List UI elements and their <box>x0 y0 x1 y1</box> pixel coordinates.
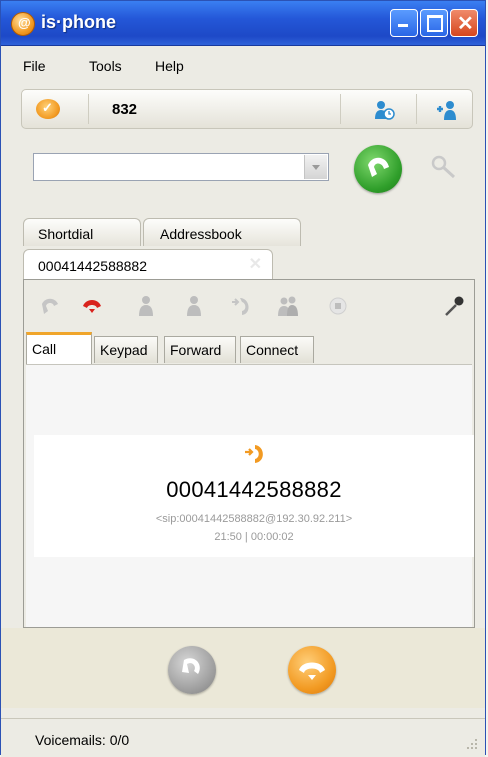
minimize-button[interactable] <box>390 9 418 37</box>
phone-call-icon <box>368 157 389 177</box>
call-button[interactable] <box>354 145 402 193</box>
call-number: 00041442588882 <box>166 477 342 502</box>
add-contact-icon[interactable] <box>436 99 458 121</box>
call-sip-address: <sip:00041442588882@192.30.92.211> <box>155 513 353 525</box>
app-logo-icon: @ <box>11 12 35 36</box>
subtab-call[interactable]: Call <box>26 332 92 364</box>
close-icon[interactable]: ✕ <box>249 254 262 274</box>
menu-help[interactable]: Help <box>155 58 184 74</box>
subtab-keypad[interactable]: Keypad <box>94 336 158 363</box>
menu-file[interactable]: File <box>23 58 46 74</box>
extension-number: 832 <box>112 101 138 118</box>
transfer-call-button[interactable] <box>168 646 216 694</box>
toolbar-separator <box>416 94 417 124</box>
microphone-icon[interactable] <box>442 294 466 318</box>
active-call-card: 00041442588882 <sip:00041442588882@192.3… <box>34 435 474 557</box>
outgoing-call-icon <box>245 445 263 463</box>
window-title: is·phone <box>41 12 116 32</box>
chevron-down-icon[interactable] <box>304 155 327 179</box>
call-panel: Call Keypad Forward Connect 000414425888… <box>23 279 475 628</box>
answer-icon[interactable] <box>38 294 62 318</box>
conference-icon[interactable] <box>276 294 300 318</box>
hold-icon[interactable] <box>134 294 158 318</box>
voicemail-count[interactable]: Voicemails: 0/0 <box>35 732 129 748</box>
dial-number-combobox[interactable] <box>33 153 329 181</box>
subtab-forward[interactable]: Forward <box>164 336 236 363</box>
status-bar: Voicemails: 0/0 <box>1 718 485 757</box>
transfer-call-icon <box>182 658 200 674</box>
hangup-icon[interactable] <box>80 294 104 318</box>
transfer-icon[interactable] <box>182 294 206 318</box>
main-window: @ is·phone ✕ File Tools Help 832 <box>0 0 486 757</box>
call-history-icon[interactable] <box>373 99 395 121</box>
toolbar-separator <box>88 94 89 124</box>
main-toolbar: 832 <box>21 89 473 129</box>
tab-call-session[interactable]: 00041442588882 ✕ <box>23 249 273 279</box>
call-time: 21:50 | 00:00:02 <box>214 531 294 543</box>
search-icon[interactable] <box>429 153 459 181</box>
close-button[interactable]: ✕ <box>450 9 478 37</box>
title-bar[interactable]: @ is·phone ✕ <box>1 1 485 46</box>
menu-tools[interactable]: Tools <box>89 58 122 74</box>
dial-number-input[interactable] <box>34 154 302 180</box>
hangup-button[interactable] <box>288 646 336 694</box>
callback-icon[interactable] <box>230 294 254 318</box>
presence-available-icon[interactable] <box>36 99 60 119</box>
call-toolbar <box>24 280 474 332</box>
tab-addressbook[interactable]: Addressbook <box>143 218 301 246</box>
maximize-button[interactable] <box>420 9 448 37</box>
minimize-icon <box>398 24 408 27</box>
toolbar-separator <box>340 94 341 124</box>
resize-grip-icon[interactable] <box>465 737 479 751</box>
record-icon[interactable] <box>326 294 350 318</box>
close-icon: ✕ <box>457 13 474 35</box>
hangup-icon <box>299 662 325 680</box>
maximize-icon <box>427 15 443 32</box>
tab-shortdial[interactable]: Shortdial <box>23 218 141 246</box>
subtab-connect[interactable]: Connect <box>240 336 314 363</box>
session-tab-label: 00041442588882 <box>38 258 148 274</box>
call-info-area: 00041442588882 <sip:00041442588882@192.3… <box>26 364 474 627</box>
menu-bar: File Tools Help <box>1 46 485 82</box>
call-actions-bar <box>1 628 485 708</box>
